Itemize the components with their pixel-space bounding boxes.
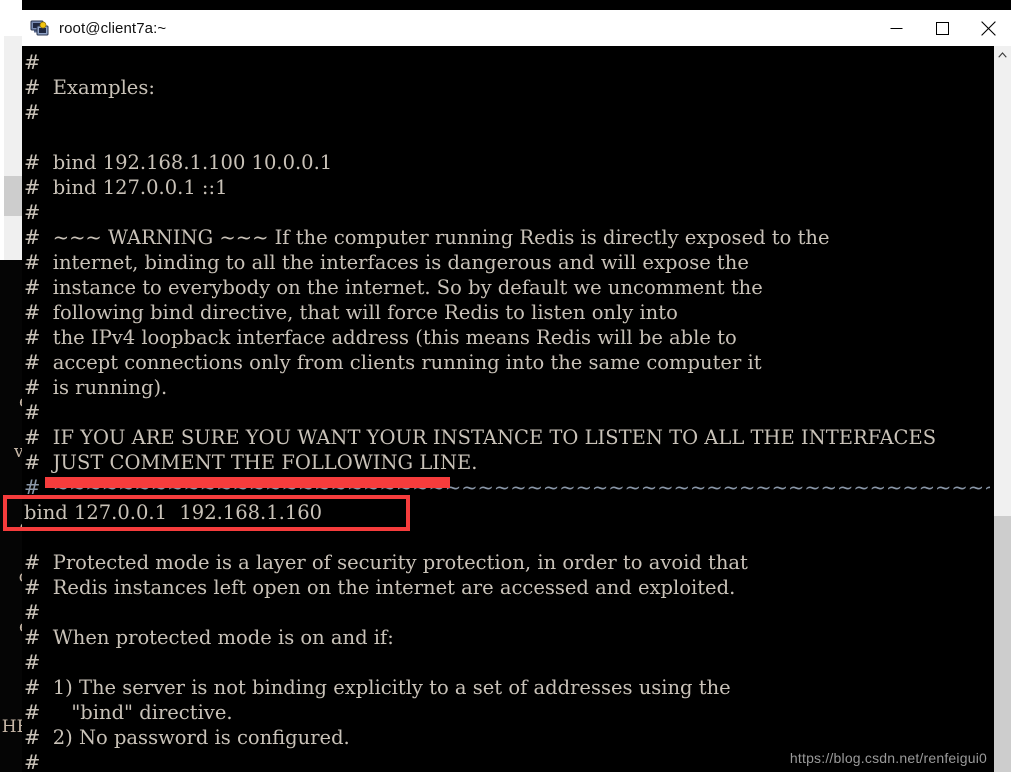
terminal-line: # IF YOU ARE SURE YOU WANT YOUR INSTANCE… <box>24 426 937 449</box>
background-scroll-top <box>0 0 22 36</box>
watermark-text: https://blog.csdn.net/renfeigui0 <box>789 750 987 766</box>
terminal-line: # Redis instances left open on the inter… <box>24 576 736 599</box>
terminal-line: # JUST COMMENT THE FOLLOWING LINE. <box>24 451 478 474</box>
terminal-line: # <box>24 601 41 624</box>
close-button[interactable] <box>965 10 1011 46</box>
background-scroll-thumb[interactable] <box>4 176 22 216</box>
terminal-line: # internet, binding to all the interface… <box>24 251 749 274</box>
terminal-line: # bind 192.168.1.100 10.0.0.1 <box>24 151 333 174</box>
terminal-line: # following bind directive, that will fo… <box>24 301 678 324</box>
terminal-line: # When protected mode is on and if: <box>24 626 394 649</box>
window-controls <box>873 10 1011 46</box>
terminal-line: # the IPv4 loopback interface address (t… <box>24 326 737 349</box>
terminal-line: # <box>24 51 41 74</box>
background-window-scrollbar-strip <box>0 0 22 260</box>
terminal-line: # <box>24 101 41 124</box>
terminal-body: # # Examples: # # bind 192.168.1.100 10.0.0… <box>22 46 1011 772</box>
window-title: root@client7a:~ <box>59 19 167 37</box>
terminal-line: # Examples: <box>24 76 155 99</box>
terminal-line: # accept connections only from clients r… <box>24 351 762 374</box>
terminal-scrollbar[interactable] <box>990 46 1011 772</box>
terminal-line: # 1) The server is not binding explicitl… <box>24 676 731 699</box>
scrollbar-thumb[interactable] <box>994 516 1011 772</box>
red-box-annotation <box>3 495 410 531</box>
desktop-background: re e vi c o l e HE ~ root@client7a:~ <box>0 0 1011 772</box>
terminal-line: # <box>24 201 41 224</box>
terminal-line: # is running). <box>24 376 168 399</box>
terminal-computer-icon <box>30 18 50 38</box>
terminal-line: # ~~~ WARNING ~~~ If the computer runnin… <box>24 226 830 249</box>
terminal-line: # <box>24 401 41 424</box>
terminal-line: # instance to everybody on the internet.… <box>24 276 763 299</box>
terminal-text-area[interactable]: # # Examples: # # bind 192.168.1.100 10.0.0… <box>22 46 990 772</box>
minimize-button[interactable] <box>873 10 919 46</box>
maximize-button[interactable] <box>919 10 965 46</box>
terminal-line: # "bind" directive. <box>24 701 233 724</box>
terminal-line: # <box>24 651 41 674</box>
scroll-up-arrow-icon[interactable] <box>994 46 1011 63</box>
window-title-bar[interactable]: root@client7a:~ <box>22 10 1011 46</box>
terminal-line: # 2) No password is configured. <box>24 726 350 749</box>
terminal-line: # Protected mode is a layer of security … <box>24 551 748 574</box>
red-underline-annotation <box>45 477 450 488</box>
terminal-window: root@client7a:~ # # Examples: # # bind 1… <box>22 10 1011 772</box>
terminal-line: # bind 127.0.0.1 ::1 <box>24 176 228 199</box>
background-scroll-track[interactable] <box>4 36 22 260</box>
